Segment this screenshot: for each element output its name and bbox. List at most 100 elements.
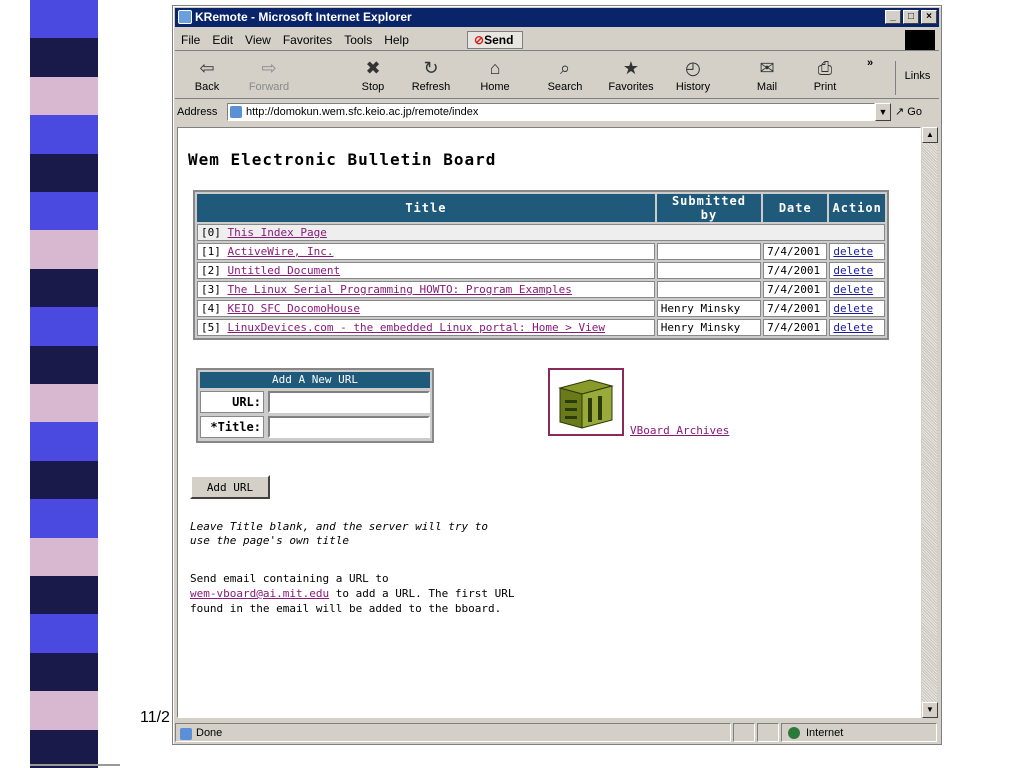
status-panel-blank	[757, 723, 779, 742]
status-panel-blank	[733, 723, 755, 742]
submitted-by-cell	[656, 243, 762, 260]
scroll-up-button[interactable]: ▲	[922, 127, 938, 143]
delete-link[interactable]: delete	[833, 321, 873, 334]
row-index: [4]	[201, 302, 221, 315]
address-input[interactable]: http://domokun.wem.sfc.keio.ac.jp/remote…	[227, 103, 875, 121]
print-button[interactable]: ⎙ Print	[797, 55, 853, 97]
vboard-logo-icon[interactable]	[548, 368, 624, 436]
forward-arrow-icon: ⇨	[261, 58, 277, 78]
column-header-title: Title	[197, 194, 655, 222]
toolbar-chevron[interactable]: »	[867, 57, 873, 69]
bulletin-table: Title Submitted by Date Action [0] This …	[193, 190, 889, 340]
entry-link[interactable]: Untitled Document	[228, 264, 341, 277]
close-button[interactable]: ×	[921, 10, 937, 24]
delete-link[interactable]: delete	[833, 264, 873, 277]
favorites-icon: ★	[622, 58, 640, 78]
stripe	[30, 268, 98, 309]
add-url-button[interactable]: Add URL	[190, 475, 270, 499]
favorites-button[interactable]: ★ Favorites	[603, 55, 659, 97]
title-cell: [2] Untitled Document	[197, 262, 655, 279]
status-panel: Done	[175, 723, 731, 742]
history-button[interactable]: ◴ History	[665, 55, 721, 97]
refresh-button[interactable]: ↻ Refresh	[403, 55, 459, 97]
back-button[interactable]: ⇦ Back	[179, 55, 235, 97]
delete-link[interactable]: delete	[833, 245, 873, 258]
maximize-button[interactable]: □	[903, 10, 919, 24]
action-cell: delete	[829, 319, 885, 336]
delete-link[interactable]: delete	[833, 302, 873, 315]
stripe	[30, 345, 98, 385]
history-label: History	[675, 81, 711, 93]
url-row: URL:	[200, 391, 430, 413]
search-label: Search	[547, 81, 583, 93]
back-label: Back	[194, 81, 220, 93]
table-row: [5] LinuxDevices.com - the embedded Linu…	[197, 319, 885, 336]
menu-tools[interactable]: Tools	[338, 29, 378, 51]
mail-label: Mail	[756, 81, 778, 93]
favorites-label: Favorites	[608, 81, 654, 93]
email-link[interactable]: wem-vboard@ai.mit.edu	[190, 587, 329, 600]
stripe	[30, 422, 98, 462]
go-button[interactable]: ↗ Go	[895, 101, 922, 123]
status-text: Done	[196, 727, 223, 739]
url-input[interactable]	[268, 391, 430, 413]
menu-help[interactable]: Help	[378, 29, 415, 51]
stop-button[interactable]: ✖ Stop	[345, 55, 401, 97]
title-row: *Title:	[200, 416, 430, 438]
send-icon: ⊘	[474, 33, 485, 47]
address-dropdown-button[interactable]: ▼	[875, 103, 891, 121]
stop-icon: ✖	[365, 58, 381, 78]
entry-link[interactable]: KEIO SFC DocomoHouse	[228, 302, 360, 315]
send-button[interactable]: ⊘Send	[467, 31, 523, 49]
home-label: Home	[480, 81, 510, 93]
windows-throbber-icon	[905, 30, 935, 50]
add-url-form: Add A New URL URL: *Title:	[196, 368, 434, 443]
zone-panel: Internet	[781, 723, 937, 742]
stripe	[30, 115, 98, 155]
table-row: [3] The Linux Serial Programming HOWTO: …	[197, 281, 885, 298]
action-cell: delete	[829, 243, 885, 260]
submitted-by-cell: Henry Minsky	[656, 300, 762, 317]
browser-window: KRemote - Microsoft Internet Explorer _ …	[172, 5, 942, 745]
entry-link[interactable]: LinuxDevices.com - the embedded Linux po…	[228, 321, 606, 334]
status-page-icon	[180, 728, 192, 740]
menu-file[interactable]: File	[175, 29, 206, 51]
forward-label: Forward	[248, 81, 290, 93]
address-url: http://domokun.wem.sfc.keio.ac.jp/remote…	[246, 106, 479, 118]
date-cell: 7/4/2001	[763, 300, 828, 317]
stripe	[30, 729, 98, 768]
slide-stripe-decoration	[30, 0, 98, 768]
search-button[interactable]: ⌕ Search	[537, 55, 593, 97]
email-instructions: Send email containing a URL to wem-vboar…	[190, 571, 550, 616]
title-hint: Leave Title blank, and the server will t…	[190, 520, 489, 547]
vboard-archives-link[interactable]: VBoard Archives	[630, 424, 729, 437]
stripe	[30, 576, 98, 616]
column-header-date: Date	[763, 194, 828, 222]
minimize-button[interactable]: _	[885, 10, 901, 24]
stripe	[30, 230, 98, 270]
entry-link[interactable]: The Linux Serial Programming HOWTO: Prog…	[228, 283, 572, 296]
email-intro: Send email containing a URL to	[190, 572, 389, 585]
delete-link[interactable]: delete	[833, 283, 873, 296]
zone-text: Internet	[806, 727, 844, 739]
forward-button[interactable]: ⇨ Forward	[241, 55, 297, 97]
entry-link[interactable]: This Index Page	[228, 226, 327, 239]
go-label: Go	[907, 106, 922, 118]
menu-favorites[interactable]: Favorites	[277, 29, 338, 51]
title-input[interactable]	[268, 416, 430, 438]
mail-button[interactable]: ✉ Mail	[739, 55, 795, 97]
menu-view[interactable]: View	[239, 29, 277, 51]
vertical-scrollbar[interactable]: ▲ ▼	[921, 127, 938, 718]
submitted-by-cell	[656, 262, 762, 279]
links-button[interactable]: Links	[895, 61, 939, 95]
scroll-down-button[interactable]: ▼	[922, 702, 938, 718]
action-cell: delete	[829, 300, 885, 317]
address-label: Address	[177, 106, 218, 118]
home-button[interactable]: ⌂ Home	[467, 55, 523, 97]
url-label: URL:	[200, 391, 264, 413]
entry-link[interactable]: ActiveWire, Inc.	[228, 245, 334, 258]
table-row: [4] KEIO SFC DocomoHouse Henry Minsky 7/…	[197, 300, 885, 317]
menu-edit[interactable]: Edit	[206, 29, 239, 51]
date-cell: 7/4/2001	[763, 262, 828, 279]
title-bar[interactable]: KRemote - Microsoft Internet Explorer _ …	[175, 8, 939, 27]
